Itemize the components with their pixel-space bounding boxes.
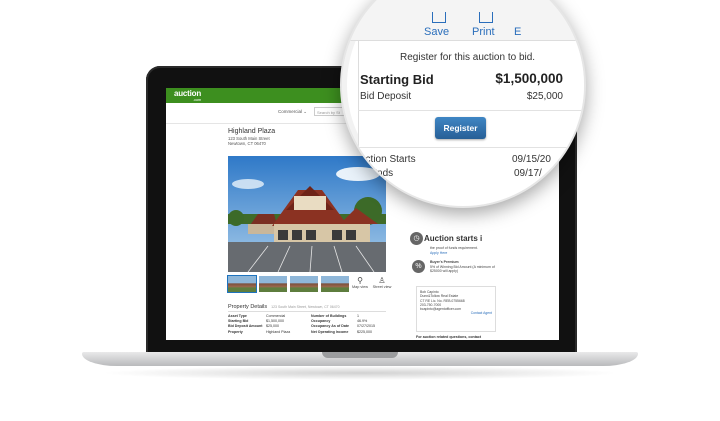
print-button[interactable]: Print <box>472 26 495 38</box>
laptop-shadow <box>100 366 620 380</box>
starting-bid-label: Starting Bid <box>360 72 434 87</box>
buyers-premium-title: Buyer's Premium <box>430 260 459 264</box>
contact-agent-link[interactable]: Contact Agent <box>471 311 492 315</box>
print-icon <box>479 12 493 23</box>
apply-here-link[interactable]: Apply Here <box>430 251 447 255</box>
auction-ends-value: 09/17/ <box>514 168 542 179</box>
detail-row: Net Operating Income $225,000 <box>311 330 387 335</box>
logo-suffix: .com <box>193 97 202 102</box>
street-view-button[interactable]: ♙ Street view <box>371 276 393 294</box>
detail-value: Highland Plaza <box>266 329 291 334</box>
thumbnail[interactable] <box>227 275 257 293</box>
detail-value: $225,000 <box>357 329 372 334</box>
address-line-2: Newtown, CT 06470 <box>228 141 266 146</box>
photo-thumbnails <box>227 275 349 293</box>
map-view-label: Map view <box>351 285 369 289</box>
percent-icon: % <box>412 260 425 273</box>
email-button[interactable]: E <box>514 26 521 38</box>
divider <box>358 147 584 148</box>
property-details-title: Property Details <box>228 304 268 310</box>
buyers-premium-text: 5% of Winning Bid Amount (A minimum of $… <box>430 265 495 274</box>
auction-starts-label: uction Starts <box>360 154 416 165</box>
thumbnail[interactable] <box>259 276 287 292</box>
category-select[interactable]: Commercial ⌄ <box>278 109 307 115</box>
site-logo[interactable]: auction .com <box>174 90 201 102</box>
magnifier-callout: Save Print E Register for this auction t… <box>340 0 586 208</box>
save-icon <box>432 12 446 23</box>
thumbnail[interactable] <box>321 276 349 292</box>
toolbar <box>342 0 584 41</box>
questions-text: For auction related questions, contact <box>416 335 482 339</box>
auction-ends-label: n Ends <box>362 168 394 179</box>
register-button[interactable]: Register <box>435 117 486 139</box>
clock-icon: ◷ <box>410 232 423 245</box>
bid-deposit-label: Bid Deposit <box>360 91 412 102</box>
divider <box>228 311 386 312</box>
contact-box: Bob Capinto Dunn&Tollow Real Estate CT R… <box>416 286 496 332</box>
laptop-base-notch <box>322 352 398 358</box>
details-left-column: Asset Type Commercial Starting Bid $1,500,… <box>228 314 308 335</box>
divider <box>358 110 584 111</box>
save-button[interactable]: Save <box>424 26 449 38</box>
detail-label: Net Operating Income <box>311 329 349 334</box>
property-title: Highland Plaza <box>228 128 276 135</box>
street-view-label: Street view <box>372 285 392 289</box>
auction-starts-heading: Auction starts i <box>424 234 483 243</box>
property-details-heading: Property Details 123 South Main Street, N… <box>228 304 340 310</box>
property-address: 123 South Main Street Newtown, CT 06470 <box>228 136 270 146</box>
bid-deposit-value: $25,000 <box>526 91 563 102</box>
detail-row: Property Highland Plaza <box>228 330 308 335</box>
person-icon: ♙ <box>378 276 386 285</box>
property-details-subtitle: 123 South Main Street, Newtown, CT 06470 <box>271 305 340 309</box>
thumbnail[interactable] <box>290 276 318 292</box>
map-pin-icon: ⚲ <box>357 276 363 285</box>
auction-starts-value: 09/15/20 <box>512 154 551 165</box>
register-prompt: Register for this auction to bid. <box>400 52 536 63</box>
detail-label: Property <box>228 329 243 334</box>
map-view-button[interactable]: ⚲ Map view <box>349 276 371 294</box>
proof-of-funds-text: the proof of funds requirement. <box>430 246 478 250</box>
details-right-column: Number of Buildings 1 Occupancy 46.9% Occu… <box>311 314 387 335</box>
starting-bid-value: $1,500,000 <box>495 71 563 86</box>
